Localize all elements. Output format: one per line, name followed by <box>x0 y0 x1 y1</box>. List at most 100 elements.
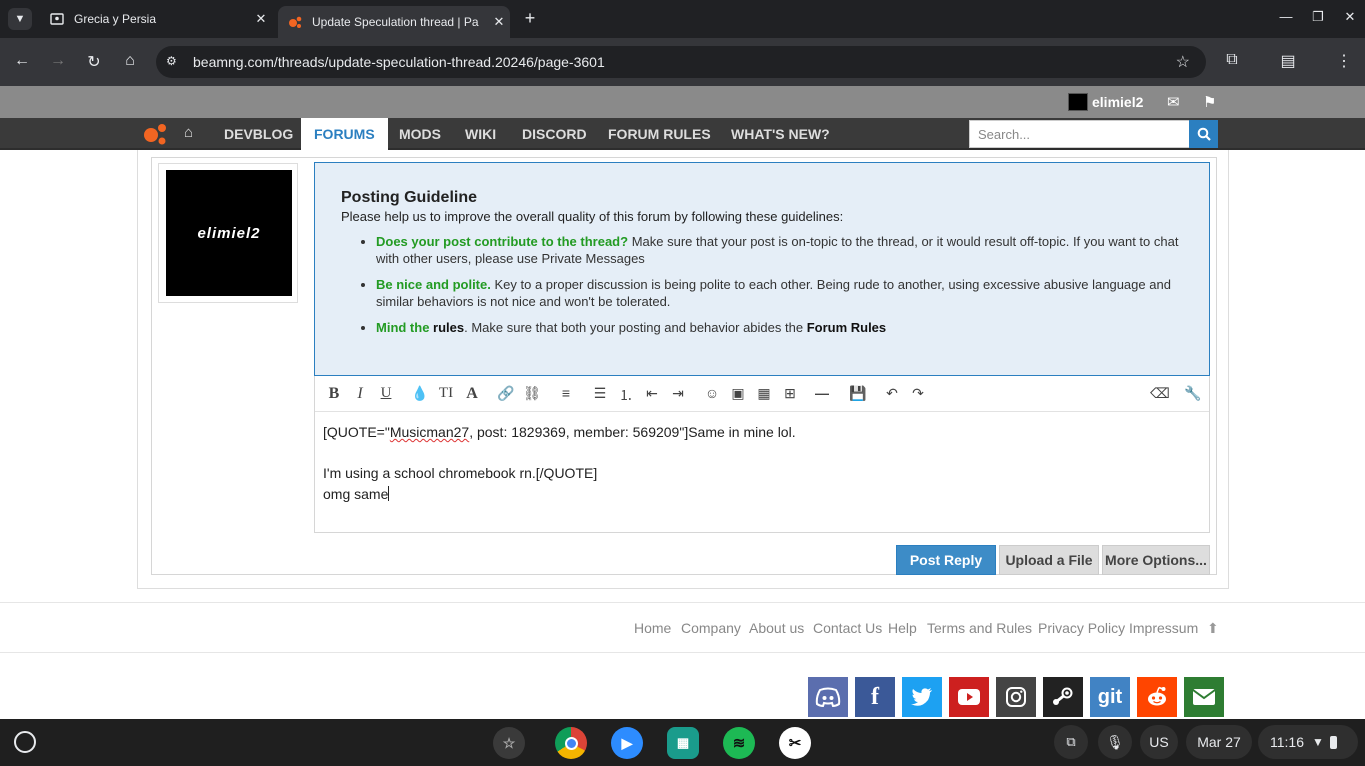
alerts-flag-icon[interactable]: ⚑ <box>1203 93 1216 111</box>
youtube-icon[interactable] <box>949 677 989 717</box>
footer-link-privacy[interactable]: Privacy Policy <box>1038 620 1125 636</box>
outdent-icon[interactable]: ⇤ <box>643 385 661 402</box>
classroom-app-icon[interactable]: ▦ <box>667 727 699 759</box>
tab-close-icon[interactable]: ✕ <box>488 14 510 30</box>
maximize-icon[interactable]: ❐ <box>1308 9 1328 25</box>
bbcode-wrench-icon[interactable]: 🔧 <box>1184 385 1202 402</box>
discord-icon[interactable] <box>808 677 848 717</box>
back-arrow-icon[interactable]: ← <box>12 52 32 70</box>
facebook-icon[interactable]: f <box>855 677 895 717</box>
post-reply-button[interactable]: Post Reply <box>896 545 996 575</box>
footer-link-home[interactable]: Home <box>634 620 671 636</box>
search-button[interactable] <box>1189 120 1218 148</box>
nav-whats-new[interactable]: WHAT'S NEW? <box>731 118 830 150</box>
font-family-icon[interactable]: A <box>463 385 481 403</box>
username-link[interactable]: elimiel2 <box>1092 94 1143 110</box>
window-close-icon[interactable]: ✕ <box>1340 9 1360 25</box>
align-icon[interactable]: ≡ <box>557 385 575 401</box>
omnibox[interactable]: ⚙ beamng.com/threads/update-speculation-… <box>156 46 1206 78</box>
reddit-icon[interactable] <box>1137 677 1177 717</box>
status-area[interactable]: 11:16 ▼ <box>1258 725 1358 759</box>
save-draft-icon[interactable]: 💾 <box>849 385 867 402</box>
tab-search-chevron-icon[interactable]: ▼ <box>8 8 32 30</box>
nav-discord[interactable]: DISCORD <box>522 118 587 150</box>
site-footer: Home Company About us Contact Us Help Te… <box>0 602 1365 653</box>
footer-link-terms[interactable]: Terms and Rules <box>927 620 1032 636</box>
spotify-app-icon[interactable]: ≋ <box>723 727 755 759</box>
footer-link-impressum[interactable]: Impressum <box>1129 620 1198 636</box>
bold-icon[interactable]: B <box>325 385 343 403</box>
horizontal-rule-icon[interactable]: — <box>813 385 831 401</box>
editor-text: [QUOTE=" <box>323 424 390 440</box>
insert-icon[interactable]: ⊞ <box>781 385 799 402</box>
link-icon[interactable]: 🔗 <box>497 385 515 402</box>
date-indicator[interactable]: Mar 27 <box>1186 725 1252 759</box>
capcut-app-icon[interactable]: ✂ <box>779 727 811 759</box>
nav-mods[interactable]: MODS <box>399 118 441 150</box>
launcher-icon[interactable] <box>14 731 36 753</box>
minimize-icon[interactable]: — <box>1276 9 1296 24</box>
footer-link-company[interactable]: Company <box>681 620 741 636</box>
nav-home-icon[interactable]: ⌂ <box>184 124 193 141</box>
tab-close-icon[interactable]: ✕ <box>250 11 272 27</box>
scroll-top-arrow-icon[interactable]: ⬆ <box>1207 620 1219 637</box>
forum-rules-link[interactable]: Forum Rules <box>807 320 886 335</box>
text-color-drop-icon[interactable]: 💧 <box>411 385 429 402</box>
new-tab-plus-icon[interactable]: + <box>520 8 540 29</box>
forward-arrow-icon[interactable]: → <box>48 52 68 70</box>
keyboard-layout-indicator[interactable]: US <box>1140 725 1178 759</box>
beamng-logo-icon[interactable] <box>142 123 168 145</box>
nav-forum-rules[interactable]: FORUM RULES <box>608 118 711 150</box>
pinned-star-icon[interactable]: ☆ <box>493 727 525 759</box>
footer-link-help[interactable]: Help <box>888 620 917 636</box>
smilie-icon[interactable]: ☺ <box>703 385 721 401</box>
microphone-icon[interactable]: 🎙 <box>1098 725 1132 759</box>
media-icon[interactable]: ▦ <box>755 385 773 402</box>
tab-update-speculation[interactable]: Update Speculation thread | Pa ✕ <box>278 6 510 38</box>
tab-grecia-y-persia[interactable]: Grecia y Persia ✕ <box>40 6 272 32</box>
kebab-menu-icon[interactable]: ⋮ <box>1333 51 1355 71</box>
more-options-button[interactable]: More Options... <box>1102 545 1210 575</box>
nav-wiki[interactable]: WIKI <box>465 118 496 150</box>
nav-devblog[interactable]: DEVBLOG <box>224 118 293 150</box>
reload-icon[interactable]: ↻ <box>84 52 104 72</box>
chrome-app-icon[interactable] <box>555 727 587 759</box>
guideline-item-text: Key to a proper discussion is being poli… <box>376 277 1171 309</box>
search-input[interactable]: Search... <box>969 120 1190 148</box>
unlink-icon[interactable]: ⛓ <box>523 385 541 402</box>
email-envelope-icon[interactable] <box>1184 677 1224 717</box>
zoom-app-icon[interactable]: ▶ <box>611 727 643 759</box>
home-icon[interactable]: ⌂ <box>120 52 140 70</box>
tote-holding-icon[interactable]: ⧉ <box>1054 725 1088 759</box>
message-textarea[interactable]: [QUOTE="Musicman27, post: 1829369, membe… <box>323 422 796 504</box>
numbered-list-icon[interactable]: ⒈ <box>617 385 635 405</box>
image-icon[interactable]: ▣ <box>729 385 747 402</box>
footer-link-about[interactable]: About us <box>749 620 804 636</box>
inbox-envelope-icon[interactable]: ✉ <box>1167 93 1180 111</box>
instagram-icon[interactable] <box>996 677 1036 717</box>
twitter-icon[interactable] <box>902 677 942 717</box>
user-avatar[interactable] <box>1068 93 1088 111</box>
guideline-item: Does your post contribute to the thread?… <box>376 234 1183 267</box>
nav-forums[interactable]: FORUMS <box>301 118 388 150</box>
undo-icon[interactable]: ↶ <box>883 385 901 402</box>
remove-format-eraser-icon[interactable]: ⌫ <box>1150 385 1170 402</box>
battery-icon <box>1329 735 1337 749</box>
site-info-icon[interactable]: ⚙ <box>166 54 177 68</box>
reading-mode-icon[interactable]: ▤ <box>1277 51 1299 71</box>
redo-icon[interactable]: ↷ <box>909 385 927 402</box>
italic-icon[interactable]: I <box>351 385 369 403</box>
upload-file-button[interactable]: Upload a File <box>999 545 1099 575</box>
editor-line: [QUOTE="Musicman27, post: 1829369, membe… <box>323 422 796 443</box>
git-icon[interactable]: git <box>1090 677 1130 717</box>
editor-text: omg same <box>323 485 389 502</box>
extensions-puzzle-icon[interactable]: ⧉ <box>1221 51 1243 69</box>
bookmark-star-icon[interactable]: ☆ <box>1176 52 1190 72</box>
indent-icon[interactable]: ⇥ <box>669 385 687 402</box>
reply-avatar[interactable]: elimiel2 <box>166 170 292 296</box>
font-size-icon[interactable]: TI <box>437 385 455 402</box>
footer-link-contact[interactable]: Contact Us <box>813 620 882 636</box>
underline-icon[interactable]: U <box>377 385 395 402</box>
bullet-list-icon[interactable]: ☰ <box>591 385 609 402</box>
steam-icon[interactable] <box>1043 677 1083 717</box>
